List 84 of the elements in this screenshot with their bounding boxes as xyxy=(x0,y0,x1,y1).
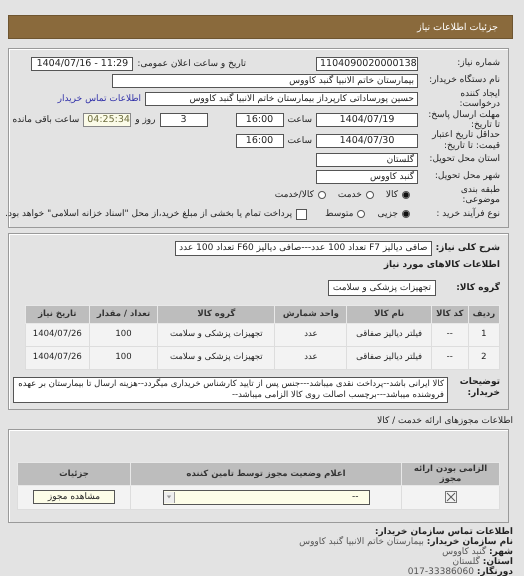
table-cell: 1 xyxy=(468,323,500,346)
buyer-org-field[interactable]: بیمارستان خاتم الانبیا گنبد کاووس xyxy=(112,74,418,88)
column-header: تعداد / مقدار xyxy=(89,305,158,324)
goods-group-field: تجهیزات پزشکی و سلامت xyxy=(328,280,436,296)
radio-button[interactable] xyxy=(402,210,410,218)
field-label: ساعت xyxy=(288,136,312,146)
radio-button[interactable] xyxy=(366,191,374,200)
table-cell: 2 xyxy=(468,346,500,370)
radio-label: کالا xyxy=(386,190,398,200)
field-label: گروه کالا: xyxy=(455,283,500,294)
column-header: جزئیات xyxy=(18,462,130,486)
announce-date-field[interactable]: 1404/07/16 - 11:29 xyxy=(31,56,134,70)
contact-label: نام سازمان خریدار: xyxy=(426,536,513,547)
table-cell: -- xyxy=(431,346,468,370)
contact-value: گلستان xyxy=(452,556,480,567)
radio-label: کالا/خدمت xyxy=(274,190,314,200)
field-label: روز و xyxy=(135,115,156,126)
contact-label: دورنگار: xyxy=(476,566,513,576)
field-label: استان محل تحویل: xyxy=(428,154,500,165)
column-header: واحد شمارش xyxy=(274,305,347,324)
radio-button[interactable] xyxy=(357,210,366,218)
checkbox-label: پرداخت تمام یا بخشی از مبلغ خرید،از محل "اسناد خزانه اسلامی" خواهد بود. xyxy=(5,209,292,220)
field-label: ساعت xyxy=(288,115,312,126)
field-label: نوع فرآیند خرید : xyxy=(435,209,500,220)
date-field[interactable]: 1404/07/30 xyxy=(316,134,418,148)
field-label: توضیحات خریدار: xyxy=(458,376,500,398)
radio-label: متوسط xyxy=(325,209,354,220)
column-header: الزامی بودن ارائه مجوز xyxy=(402,462,500,486)
time-field[interactable]: 16:00 xyxy=(236,134,284,148)
section-heading: اطلاعات مجوزهای ارائه خدمت / کالا xyxy=(376,416,513,426)
contact-value: بیمارستان خاتم الانبیا گنبد کاووس xyxy=(299,536,424,547)
table-cell: 100 xyxy=(89,323,158,346)
table-cell: عدد xyxy=(274,323,347,346)
contact-label: شهر: xyxy=(489,546,513,557)
table-cell: 1404/07/26 xyxy=(26,323,90,346)
radio-label: خدمت xyxy=(338,190,362,200)
contact-label: استان: xyxy=(482,556,513,567)
description-field: صافی دیالیز F7 تعداد 100 عدد---صافی دیالیز F60 تعداد 100 عدد xyxy=(175,240,432,256)
contact-value: گنبد کاووس xyxy=(442,546,486,557)
radio-label: جزیی xyxy=(377,209,398,220)
buyer-notes-field: کالا ایرانی باشد--پرداخت نقدی میباشد---جنس پس از تایید کارشناس خریداری میگردد--هزینه ارسال تا بیمارستان بر عهده فروشنده میباشد---برچسب اصالت روی کالا الزامی میباشد-- xyxy=(13,376,448,403)
table-cell: عدد xyxy=(274,346,347,370)
section-heading: اطلاعات کالاهای مورد نیاز xyxy=(384,260,500,270)
time-field[interactable]: 16:00 xyxy=(236,113,284,128)
page-title: جزئیات اطلاعات نیاز xyxy=(417,22,498,32)
table-cell: تجهیزات پزشکی و سلامت xyxy=(158,346,275,370)
column-header: گروه کالا xyxy=(158,305,275,324)
column-header: نام کالا xyxy=(346,305,432,324)
radio-button[interactable] xyxy=(318,191,326,200)
view-permit-button[interactable]: مشاهده مجوز xyxy=(33,490,115,504)
column-header: تاریخ نیاز xyxy=(26,305,90,324)
need-number-field[interactable]: 1104090020000138 xyxy=(316,56,418,70)
field-label: نام دستگاه خریدار: xyxy=(428,75,500,86)
dropdown-value: -- xyxy=(352,492,360,502)
field-label: طبقه بندی موضوعی: xyxy=(460,185,500,206)
city-field[interactable]: گنبد کاووس xyxy=(316,170,418,184)
table-cell: 1404/07/26 xyxy=(26,346,90,370)
contact-value: 33386060-017 xyxy=(408,566,474,576)
field-label: مهلت ارسال پاسخ: تا تاریخ: xyxy=(427,110,500,130)
field-label: شرح کلی نیاز: xyxy=(436,243,500,254)
status-dropdown[interactable]: -- xyxy=(162,490,370,505)
radio-button[interactable] xyxy=(402,191,410,200)
contact-heading: اطلاعات تماس سازمان خریدار: xyxy=(374,526,513,537)
remaining-time-field: 04:25:34 xyxy=(83,113,132,128)
requester-field[interactable]: حسین پورساداتی کارپرداز بیمارستان خاتم الانبیا گنبد کاووس xyxy=(145,92,418,106)
table-cell: -- xyxy=(431,323,468,346)
field-label: شهر محل تحویل: xyxy=(434,171,500,182)
date-field[interactable]: 1404/07/19 xyxy=(316,113,418,128)
field-label: ایجاد کننده درخواست: xyxy=(458,89,500,110)
column-header: کد کالا xyxy=(431,305,468,324)
field-label: ساعت باقی مانده xyxy=(12,115,80,126)
buyer-contact-link[interactable]: اطلاعات تماس خریدار xyxy=(58,94,141,104)
checkbox[interactable] xyxy=(296,208,308,220)
column-header: اعلام وضعیت مجوز توسط تامین کننده xyxy=(130,462,402,486)
days-field: 3 xyxy=(160,113,208,128)
table-cell: فیلتر دیالیز صفاقی xyxy=(346,323,432,346)
province-field[interactable]: گلستان xyxy=(316,152,418,167)
column-header: ردیف xyxy=(468,305,500,324)
field-label: حداقل تاریخ اعتبار قیمت: تا تاریخ: xyxy=(430,130,500,152)
field-label: شماره نیاز: xyxy=(456,58,500,69)
table-cell: فیلتر دیالیز صفاقی xyxy=(346,346,432,370)
table-cell: 100 xyxy=(89,346,158,370)
field-label: تاریخ و ساعت اعلان عمومی: xyxy=(137,58,246,68)
table-cell: تجهیزات پزشکی و سلامت xyxy=(158,323,275,346)
